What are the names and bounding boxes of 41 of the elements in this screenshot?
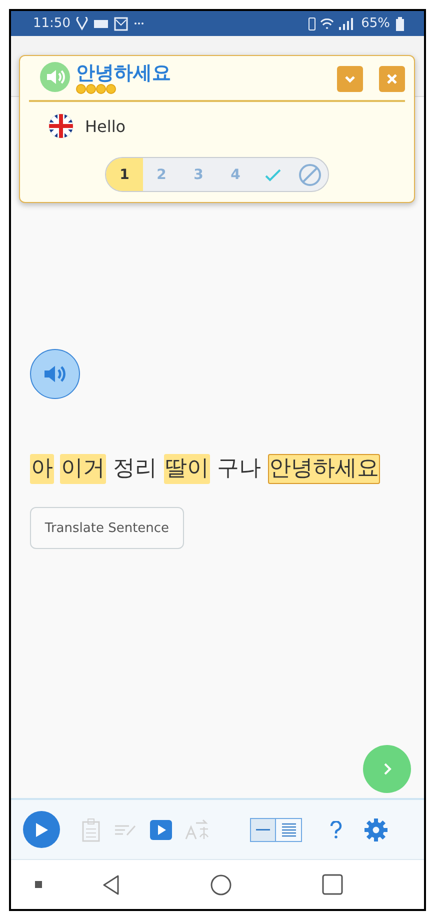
more-icon [134, 22, 144, 25]
paragraph-icon [282, 822, 296, 836]
system-status-icons [307, 16, 356, 30]
battery-percentage: 65% [361, 16, 390, 31]
play-icon [34, 822, 48, 838]
home-icon[interactable] [210, 874, 232, 896]
translation-text: Hello [85, 116, 126, 136]
back-icon[interactable] [102, 874, 120, 894]
play-button[interactable] [23, 811, 60, 848]
close-button[interactable] [379, 66, 405, 92]
help-icon[interactable] [330, 820, 342, 838]
sentence-word[interactable]: 정리 [112, 454, 158, 484]
video-icon[interactable] [150, 820, 172, 840]
level-button[interactable]: 1 [106, 158, 143, 191]
clipboard-icon[interactable] [82, 818, 100, 842]
speaker-button[interactable] [30, 349, 80, 399]
chevron-down-icon [344, 75, 356, 83]
settings-icon[interactable] [364, 818, 388, 842]
expand-button[interactable] [337, 66, 363, 92]
sentence-word[interactable]: 구나 [216, 454, 262, 484]
sentence-word[interactable]: 딸이 [164, 454, 210, 484]
sentence-word[interactable]: 이거 [60, 454, 106, 484]
prohibited-icon [298, 162, 322, 186]
line-icon [256, 828, 270, 832]
mail-icon [114, 16, 128, 30]
chevron-right-icon [382, 762, 392, 776]
menu-dot-icon[interactable] [35, 881, 42, 888]
view-mode-button[interactable] [251, 818, 276, 840]
coins-icon [76, 84, 118, 94]
battery-icon [396, 16, 404, 30]
next-button[interactable] [363, 745, 411, 793]
flag-icon [49, 114, 73, 138]
status-time: 11:50 [33, 16, 70, 31]
app-notification-icon [94, 20, 108, 28]
close-icon [386, 73, 398, 85]
check-icon [264, 168, 282, 182]
recents-icon[interactable] [322, 874, 343, 895]
translate-sentence-button[interactable]: Translate Sentence [30, 507, 184, 549]
term-title: 안녕하세요 [76, 62, 171, 84]
sentence-word[interactable]: 안녕하세요 [268, 454, 380, 484]
sentence-word[interactable]: 아 [30, 454, 54, 484]
